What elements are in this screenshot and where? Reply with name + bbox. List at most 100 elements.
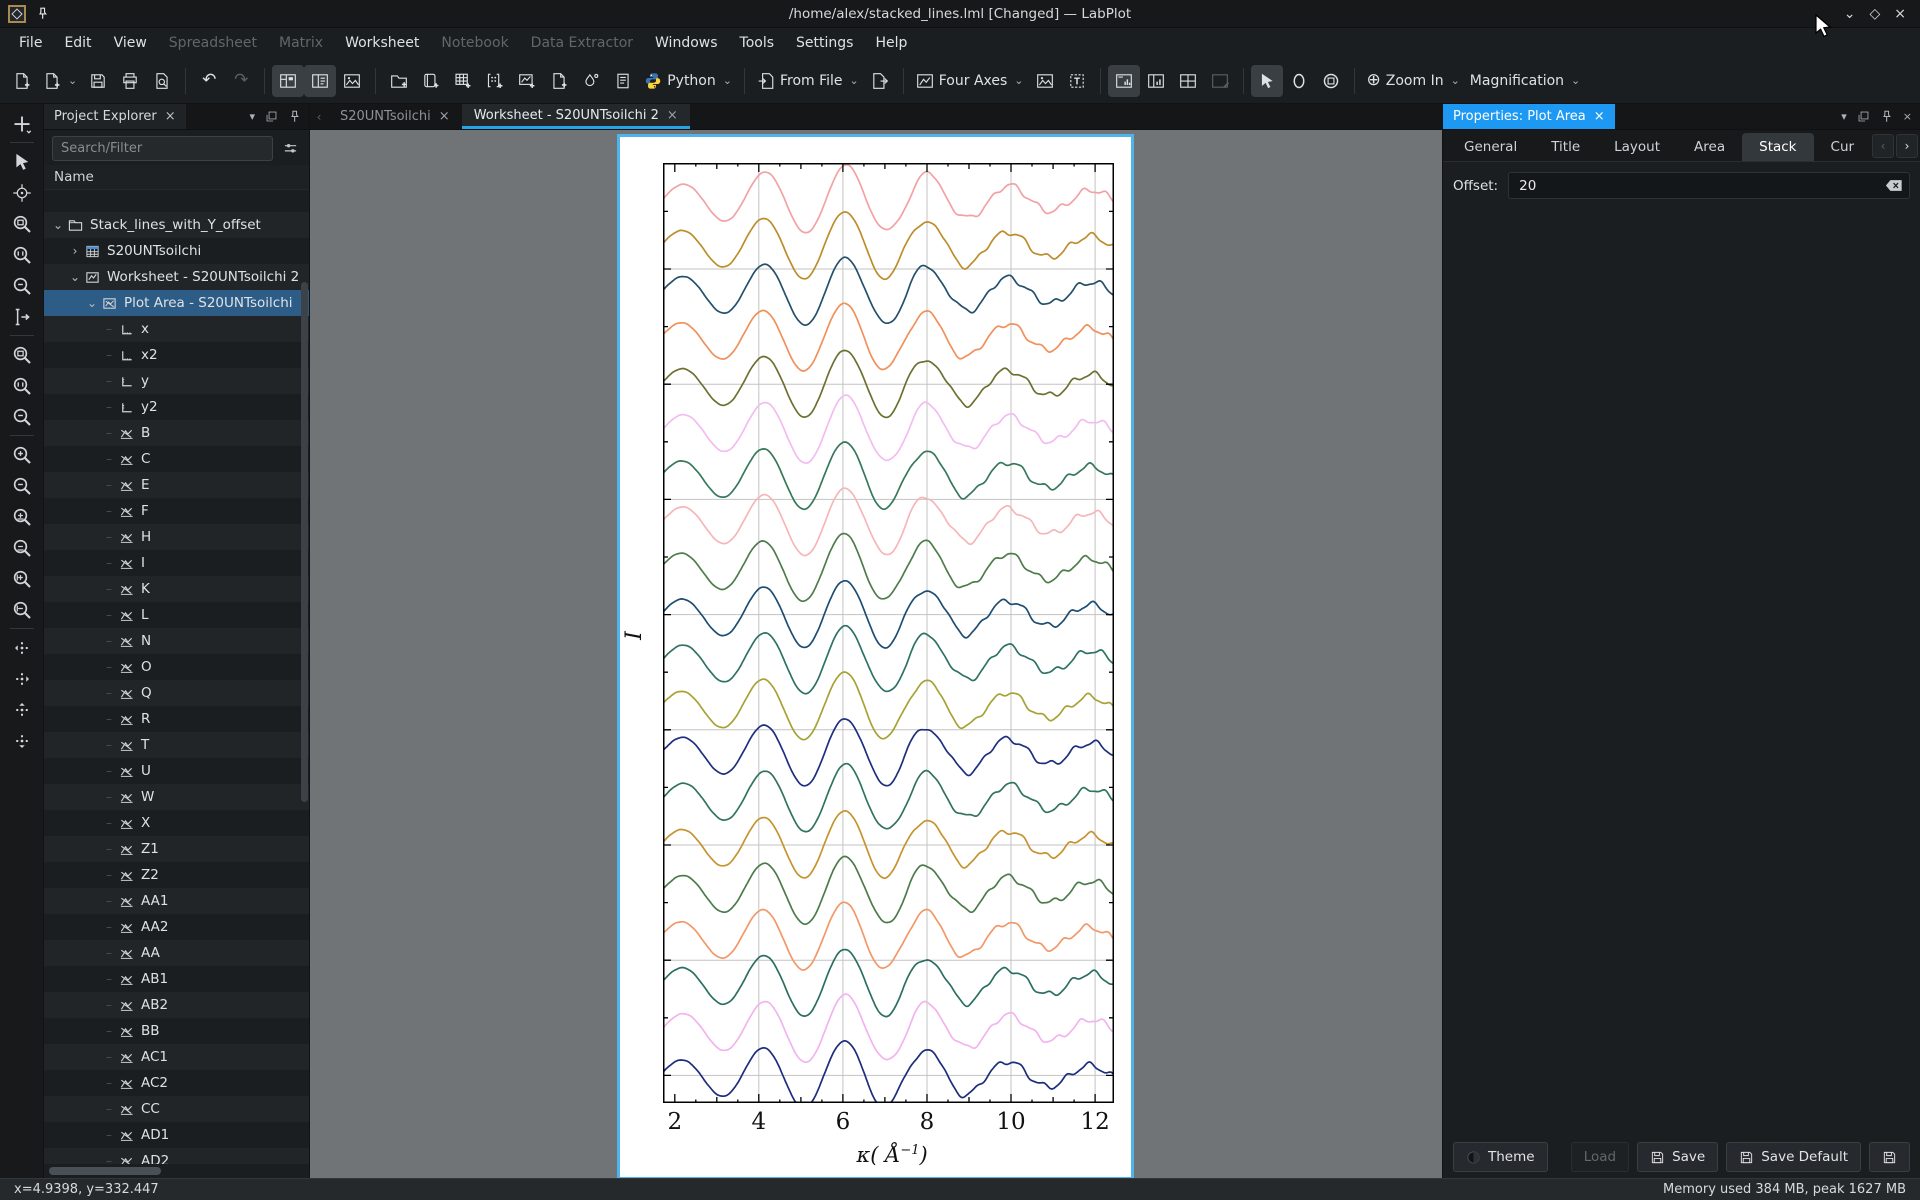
- load-button[interactable]: Load: [1570, 1142, 1630, 1172]
- new-matrix-button[interactable]: [479, 65, 511, 97]
- tree-item-ad2[interactable]: – AD2: [44, 1148, 309, 1164]
- new-file-button[interactable]: ⌄: [38, 65, 82, 97]
- worksheet-page[interactable]: 2 4 6 8 10 12 κ( Å−1) I: [617, 134, 1134, 1178]
- zoom-y-select-tool-2[interactable]: [6, 401, 38, 432]
- crosshair-tool[interactable]: [6, 177, 38, 208]
- document-tab-worksheet-s20untsoilchi-2[interactable]: Worksheet - S20UNTsoilchi 2 ×: [461, 104, 690, 129]
- tree-item-ac1[interactable]: – AC1: [44, 1044, 309, 1070]
- tree-item-aa2[interactable]: – AA2: [44, 914, 309, 940]
- close-icon[interactable]: ×: [165, 109, 176, 124]
- toggle-properties-button[interactable]: [304, 64, 337, 97]
- magnification-button[interactable]: Magnification ⌄: [1465, 65, 1585, 97]
- zoom-x-select-tool[interactable]: [6, 239, 38, 270]
- tree-item-h[interactable]: – H: [44, 524, 309, 550]
- save-default-button[interactable]: Save Default: [1726, 1142, 1861, 1172]
- clear-field-icon[interactable]: [1885, 178, 1903, 193]
- panel-menu-icon[interactable]: ▾: [249, 110, 255, 123]
- menu-settings[interactable]: Settings: [785, 31, 864, 55]
- tree-item-y2[interactable]: – y2: [44, 394, 309, 420]
- tree-item-c[interactable]: – C: [44, 446, 309, 472]
- undo-button[interactable]: ↶: [193, 65, 225, 97]
- new-notes-button[interactable]: [607, 65, 639, 97]
- tab-scroll-left-icon[interactable]: ‹: [310, 104, 328, 129]
- vertical-scrollbar[interactable]: [301, 282, 308, 802]
- new-worksheet-button[interactable]: [511, 65, 543, 97]
- tree-item-aa[interactable]: – AA: [44, 940, 309, 966]
- curve-I[interactable]: [663, 394, 1114, 464]
- zoom-in-button[interactable]: ⊕ Zoom In ⌄: [1362, 65, 1465, 97]
- new-spreadsheet-button[interactable]: [447, 65, 479, 97]
- curve-AA1[interactable]: [663, 993, 1114, 1064]
- menu-edit[interactable]: Edit: [53, 31, 102, 55]
- curve-AA2[interactable]: [663, 1039, 1114, 1103]
- zoom-x-select-tool-2[interactable]: [6, 370, 38, 401]
- print-preview-button[interactable]: [146, 65, 178, 97]
- tree-item-plot-area-s20untsoilchi[interactable]: ⌄ Plot Area - S20UNTsoilchi: [44, 290, 309, 316]
- tree-item-e[interactable]: – E: [44, 472, 309, 498]
- grid-layout-button[interactable]: [1172, 65, 1204, 97]
- tree-item-k[interactable]: – K: [44, 576, 309, 602]
- filter-options-icon[interactable]: [279, 138, 301, 160]
- curve-L[interactable]: [663, 487, 1114, 557]
- tree-item-r[interactable]: – R: [44, 706, 309, 732]
- tree-item-ab1[interactable]: – AB1: [44, 966, 309, 992]
- import-from-file-button[interactable]: From File ⌄: [752, 65, 864, 97]
- save-button[interactable]: Save: [1637, 1142, 1719, 1172]
- zoom-out-y-tool[interactable]: [6, 594, 38, 625]
- plot-area[interactable]: [663, 163, 1114, 1103]
- tree-item-stack-lines-with-y-offset[interactable]: ⌄ Stack_lines_with_Y_offset: [44, 212, 309, 238]
- tree-column-header[interactable]: Name: [44, 165, 309, 190]
- close-tab-icon[interactable]: ×: [667, 108, 678, 123]
- break-layout-button[interactable]: [1204, 65, 1236, 97]
- tree-item-l[interactable]: – L: [44, 602, 309, 628]
- float-panel-icon[interactable]: [265, 110, 278, 123]
- close-icon[interactable]: ×: [1594, 109, 1605, 124]
- properties-tab-stack[interactable]: Stack: [1742, 133, 1814, 161]
- save-icon-button[interactable]: [1869, 1142, 1910, 1172]
- tree-item-x2[interactable]: – x2: [44, 342, 309, 368]
- tree-item-ac2[interactable]: – AC2: [44, 1070, 309, 1096]
- tree-expander-icon[interactable]: ⌄: [67, 270, 83, 284]
- new-project-button[interactable]: [6, 65, 38, 97]
- add-new-button[interactable]: [6, 108, 38, 139]
- tree-item-x[interactable]: – X: [44, 810, 309, 836]
- menu-tools[interactable]: Tools: [729, 31, 786, 55]
- curve-T[interactable]: [663, 718, 1114, 787]
- tree-item-i[interactable]: – I: [44, 550, 309, 576]
- curve-E[interactable]: [663, 256, 1114, 327]
- toggle-project-explorer-button[interactable]: [272, 64, 305, 97]
- redo-button[interactable]: ↷: [225, 65, 257, 97]
- zoom-in-y-tool[interactable]: [6, 563, 38, 594]
- zoom-select-tool-2[interactable]: [6, 339, 38, 370]
- new-plot-four-axes-button[interactable]: Four Axes ⌄: [911, 65, 1029, 97]
- new-datapicker-button[interactable]: [575, 65, 607, 97]
- tree-item-n[interactable]: – N: [44, 628, 309, 654]
- tree-item-w[interactable]: – W: [44, 784, 309, 810]
- panel-menu-icon[interactable]: ▾: [1841, 110, 1847, 123]
- tree-item-aa1[interactable]: – AA1: [44, 888, 309, 914]
- new-text-label-button[interactable]: [1061, 65, 1093, 97]
- curve-F[interactable]: [663, 302, 1114, 372]
- tree-item-x[interactable]: – x: [44, 316, 309, 342]
- menu-help[interactable]: Help: [864, 31, 918, 55]
- tree-item-s20untsoilchi[interactable]: › S20UNTsoilchi: [44, 238, 309, 264]
- curve-Z2[interactable]: [663, 948, 1114, 1018]
- new-note-button[interactable]: [543, 65, 575, 97]
- tree-item-z1[interactable]: – Z1: [44, 836, 309, 862]
- tree-expander-icon[interactable]: ⌄: [84, 296, 100, 310]
- zoom-out-tool[interactable]: [6, 470, 38, 501]
- new-workbook-button[interactable]: [415, 65, 447, 97]
- menu-worksheet[interactable]: Worksheet: [334, 31, 430, 55]
- tree-item-y[interactable]: – y: [44, 368, 309, 394]
- tree-item-t[interactable]: – T: [44, 732, 309, 758]
- tree-item-cc[interactable]: – CC: [44, 1096, 309, 1122]
- maximize-button[interactable]: ◇: [1869, 6, 1880, 22]
- curve-N[interactable]: [663, 532, 1114, 603]
- cursor-line-tool[interactable]: [6, 301, 38, 332]
- project-explorer-tab[interactable]: Project Explorer ×: [44, 104, 186, 129]
- shift-up-tool[interactable]: [6, 694, 38, 725]
- curve-X[interactable]: [663, 855, 1114, 926]
- shift-left-tool[interactable]: [6, 632, 38, 663]
- export-button[interactable]: [864, 65, 896, 97]
- curve-B[interactable]: [663, 163, 1114, 234]
